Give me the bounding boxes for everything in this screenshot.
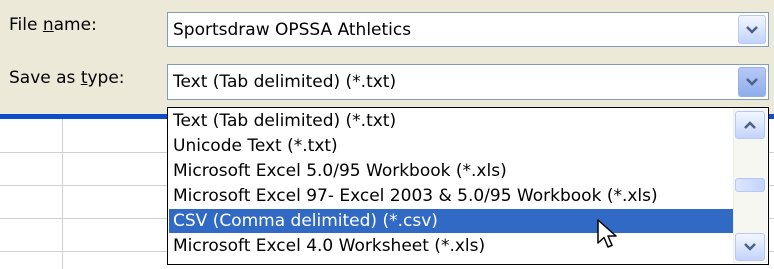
list-item[interactable]: Microsoft Excel 97- Excel 2003 & 5.0/95 … [169,184,733,208]
file-name-label: File name: [9,15,97,35]
file-name-combobox[interactable]: Sportsdraw OPSSA Athletics [167,12,769,47]
save-as-type-combobox[interactable]: Text (Tab delimited) (*.txt) [167,64,769,100]
list-item[interactable]: Text (Tab delimited) (*.txt) [169,109,733,133]
save-as-type-label: Save as type: [9,68,125,88]
list-item[interactable]: Microsoft Excel 4.0 Worksheet (*.xls) [169,234,733,258]
grid-line [62,119,63,269]
scroll-down-button[interactable] [735,233,765,261]
list-item[interactable]: Microsoft Excel 5.0/95 Workbook (*.xls) [169,159,733,183]
chevron-down-icon [744,243,756,251]
list-item[interactable]: Unicode Text (*.txt) [169,134,733,158]
save-as-type-dropdown-button[interactable] [738,67,766,97]
list-item-selected[interactable]: CSV (Comma delimited) (*.csv) [169,209,733,233]
save-as-type-value: Text (Tab delimited) (*.txt) [173,72,397,92]
scroll-up-button[interactable] [735,111,765,139]
save-as-type-list[interactable]: Text (Tab delimited) (*.txt) Unicode Tex… [167,107,769,265]
mouse-pointer-icon [597,219,617,248]
list-scrollbar[interactable] [733,109,767,263]
chevron-down-icon [746,78,758,86]
file-name-input[interactable]: Sportsdraw OPSSA Athletics [173,20,411,40]
chevron-down-icon [746,25,758,34]
file-name-dropdown-button[interactable] [738,15,766,44]
chevron-up-icon [744,121,756,129]
scrollbar-thumb[interactable] [735,178,765,192]
